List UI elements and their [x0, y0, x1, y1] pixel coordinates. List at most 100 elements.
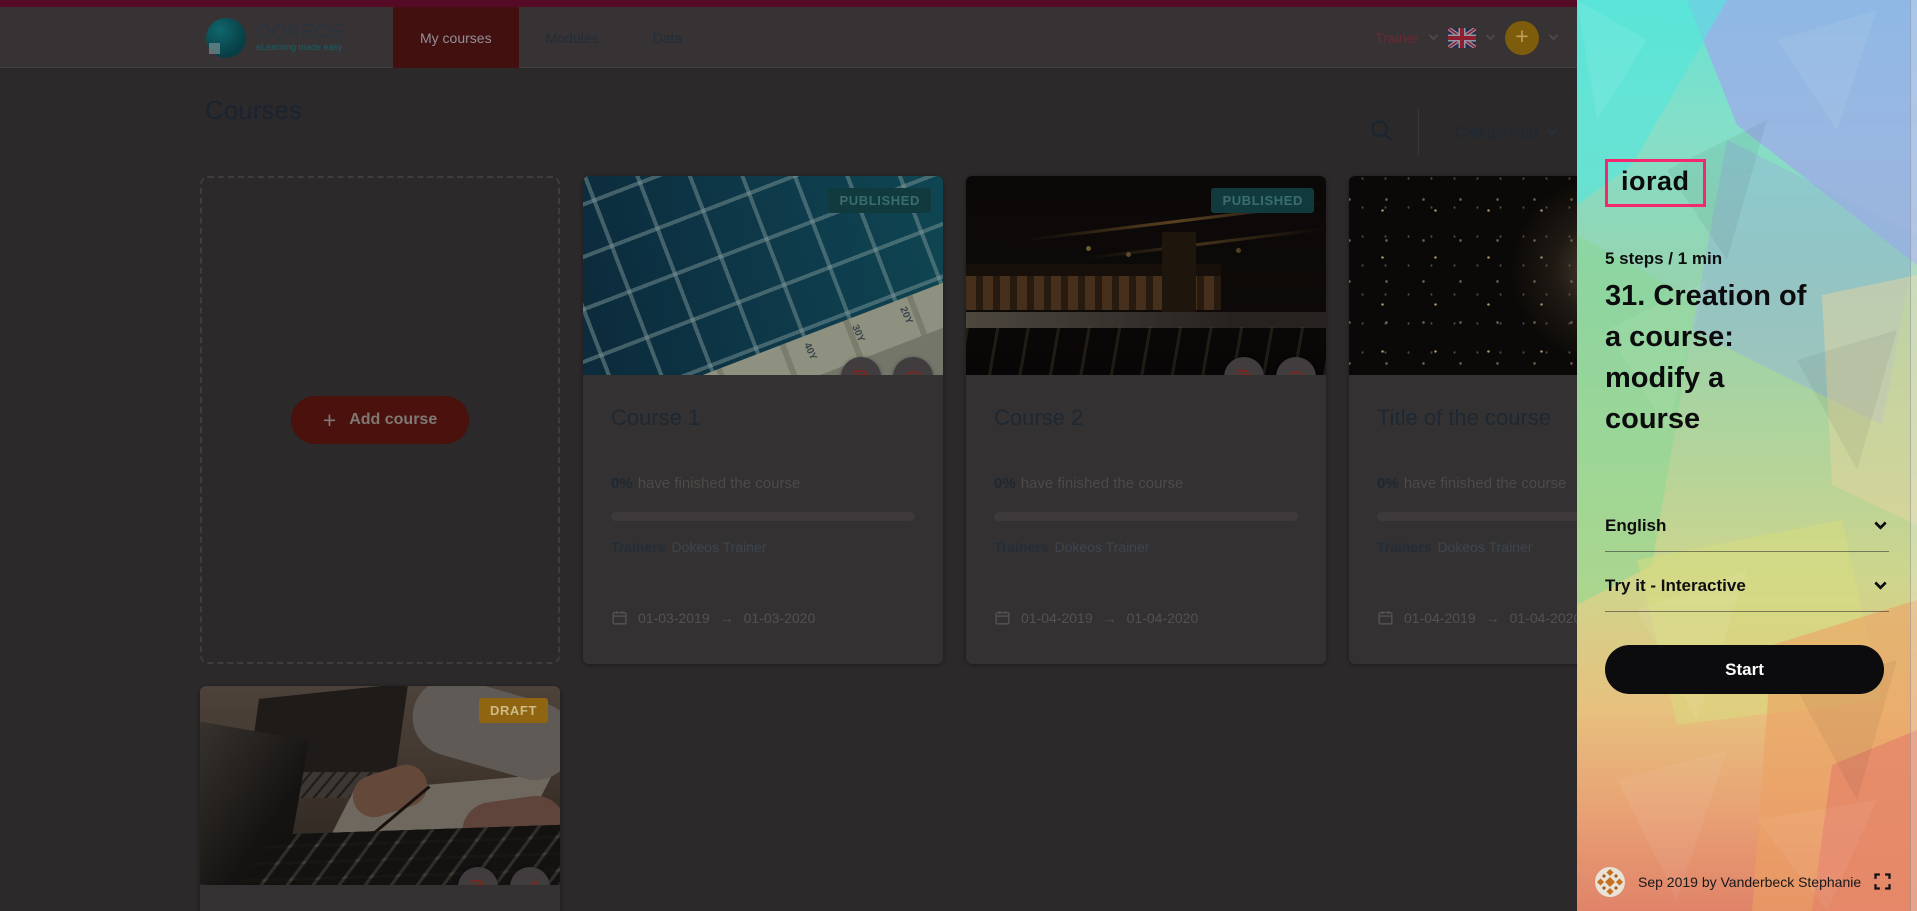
lamp-decoration [1086, 246, 1091, 251]
calendar-icon [995, 611, 1010, 625]
chevron-down-icon [1874, 517, 1887, 530]
start-button[interactable]: Start [1605, 645, 1884, 694]
course-2-actions [1224, 357, 1316, 375]
plus-icon: + [322, 407, 337, 433]
screen: DOKEOS eLearning made easy My courses Mo… [0, 0, 1917, 911]
panel-footer: Sep 2019 by Vanderbeck Stephanie [1595, 862, 1899, 902]
course-card-2[interactable]: PUBLISHED Course 2 0% have finished the … [966, 176, 1326, 664]
trainer-name: Dokeos Trainer [1437, 539, 1533, 555]
search-icon[interactable] [1368, 117, 1394, 148]
progress-bar [994, 512, 1298, 521]
draft-course-actions [458, 867, 550, 885]
language-selected-value: English [1605, 516, 1667, 535]
tower-decoration [1162, 232, 1196, 312]
duplicate-course-button[interactable] [1224, 357, 1264, 375]
language-select[interactable]: English [1605, 516, 1889, 552]
dokeos-logo-icon [206, 17, 246, 58]
categories-filter[interactable]: Categorie(s) [1455, 124, 1538, 141]
chevron-down-icon [1874, 577, 1887, 590]
progress-bar [611, 512, 915, 521]
add-course-card: + Add course [200, 176, 560, 664]
iorad-panel: iorad 5 steps / 1 min 31. Creation of a … [1577, 0, 1917, 911]
fullscreen-icon[interactable] [1872, 871, 1893, 892]
panel-scrollbar[interactable] [1911, 0, 1917, 911]
nav-right: Trainer + [1375, 7, 1559, 68]
iorad-logo[interactable]: iorad [1605, 159, 1706, 207]
date-start: 01-03-2019 [638, 609, 710, 626]
completion-percent: 0% [1377, 475, 1399, 492]
course-title: Course 1 [611, 405, 701, 430]
preview-course-button[interactable] [893, 357, 933, 375]
page-title: Courses [205, 95, 302, 125]
calendar-icon [612, 611, 627, 625]
tutorial-credit: Sep 2019 by Vanderbeck Stephanie [1638, 874, 1862, 890]
tutorial-title: 31. Creation of a course: modify a cours… [1605, 280, 1807, 435]
course-stats: 0% have finished the course [994, 475, 1298, 492]
add-course-button[interactable]: + Add course [290, 396, 470, 444]
date-end: 01-03-2020 [743, 609, 816, 626]
status-badge: PUBLISHED [1211, 188, 1314, 213]
language-flag-uk-icon[interactable] [1446, 25, 1478, 50]
brand-name: DOKEOS [256, 21, 345, 44]
course-stats: 0% have finished the course [611, 475, 915, 492]
course-1-body: Course 1 0% have finished the course Trai… [583, 405, 943, 626]
completion-text: have finished the course [1403, 475, 1567, 492]
mode-select[interactable]: Try it - Interactive [1605, 576, 1889, 612]
draft-course-card[interactable]: DRAFT [200, 686, 560, 911]
calendar-icon [1378, 611, 1393, 625]
preview-course-button[interactable] [1276, 357, 1316, 375]
arrow-right-icon: → [1102, 609, 1117, 626]
course-2-body: Course 2 0% have finished the course Trai… [966, 405, 1326, 626]
author-avatar [1595, 867, 1625, 897]
divider [1418, 109, 1420, 155]
date-start: 01-04-2019 [1021, 609, 1093, 626]
chevron-down-icon[interactable] [1548, 30, 1559, 41]
trainer-name: Dokeos Trainer [1054, 539, 1150, 555]
completion-percent: 0% [611, 475, 633, 492]
status-badge: DRAFT [478, 698, 548, 723]
date-end: 01-04-2020 [1509, 609, 1582, 626]
top-accent-bar [0, 0, 1577, 7]
lowpoly-background [1577, 0, 1917, 911]
chevron-down-icon[interactable] [1485, 30, 1496, 41]
course-2-thumbnail: PUBLISHED [966, 176, 1326, 375]
user-role-menu[interactable]: Trainer [1375, 30, 1419, 46]
road-decoration [966, 312, 1326, 328]
nav-tabs: My courses Modules Data [393, 7, 709, 68]
date-end: 01-04-2020 [1126, 609, 1199, 626]
course-1-thumbnail: 20Y 30Y 40Y PUBLISHED [583, 176, 943, 375]
completion-percent: 0% [994, 475, 1016, 492]
add-course-label: Add course [349, 411, 438, 428]
completion-text: have finished the course [1020, 475, 1184, 492]
trainers-label: Trainers [994, 539, 1049, 555]
course-card-1[interactable]: 20Y 30Y 40Y PUBLISHED Course 1 0% have f… [583, 176, 943, 664]
duplicate-course-button[interactable] [841, 357, 881, 375]
tab-modules[interactable]: Modules [519, 7, 626, 68]
light-trail-decoration [1086, 227, 1326, 260]
course-1-actions [841, 357, 933, 375]
trainer-name: Dokeos Trainer [671, 539, 767, 555]
edit-course-button[interactable] [510, 867, 550, 885]
dokeos-app-dimmed: DOKEOS eLearning made easy My courses Mo… [0, 0, 1709, 911]
chevron-down-icon[interactable] [1546, 123, 1558, 136]
draft-course-thumbnail: DRAFT [200, 686, 560, 885]
trainers-label: Trainers [611, 539, 666, 555]
list-tools: Categorie(s) [1368, 108, 1558, 156]
completion-text: have finished the course [637, 475, 801, 492]
add-menu-button[interactable]: + [1505, 20, 1539, 55]
top-nav: DOKEOS eLearning made easy My courses Mo… [0, 7, 1577, 68]
chevron-down-icon[interactable] [1428, 30, 1439, 41]
trainers-row: Trainers Dokeos Trainer [611, 539, 915, 555]
arrow-right-icon: → [1485, 609, 1500, 626]
tutorial-steps-meta: 5 steps / 1 min [1605, 249, 1723, 268]
tab-my-courses[interactable]: My courses [393, 7, 519, 68]
panel-scrollbar-line [1910, 0, 1911, 911]
duplicate-course-button[interactable] [458, 867, 498, 885]
brand-tagline: eLearning made easy [256, 42, 343, 53]
course-dates: 01-03-2019 → 01-03-2020 [611, 609, 915, 626]
tab-data[interactable]: Data [626, 7, 710, 68]
status-badge: PUBLISHED [828, 188, 931, 213]
trainers-row: Trainers Dokeos Trainer [994, 539, 1298, 555]
dokeos-logo[interactable]: DOKEOS eLearning made easy [206, 7, 345, 68]
date-start: 01-04-2019 [1404, 609, 1476, 626]
